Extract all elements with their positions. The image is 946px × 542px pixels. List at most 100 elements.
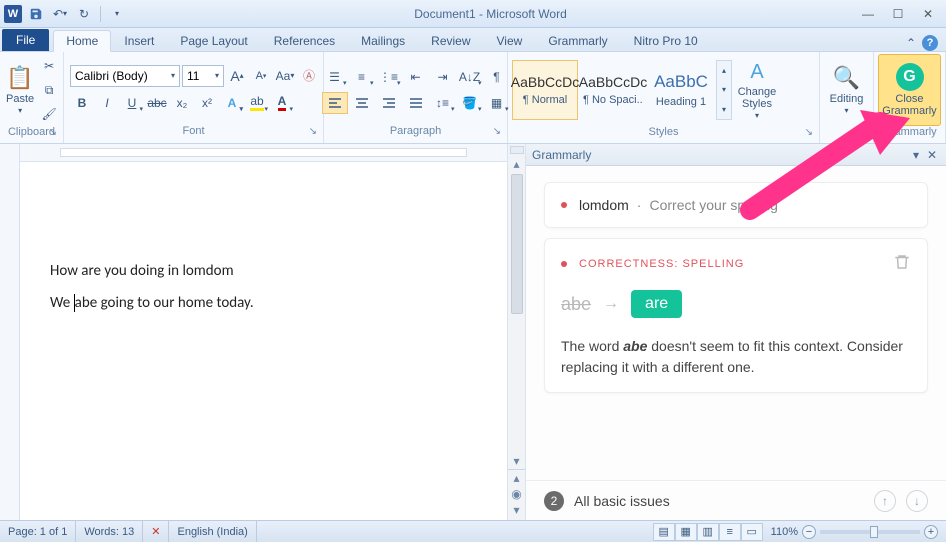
copy-icon[interactable]: ⧉	[38, 79, 60, 101]
zoom-out-icon[interactable]: −	[802, 525, 816, 539]
suggestion-card-expanded[interactable]: CORRECTNESS: SPELLING abe → are The word…	[544, 238, 928, 393]
status-page[interactable]: Page: 1 of 1	[0, 521, 76, 542]
tab-grammarly[interactable]: Grammarly	[535, 29, 620, 51]
show-marks-icon[interactable]: ¶	[484, 66, 510, 88]
pane-menu-icon[interactable]: ▾	[908, 147, 924, 163]
multilevel-list-icon[interactable]: ⋮≡	[376, 66, 402, 88]
align-center-icon[interactable]	[349, 92, 375, 114]
scroll-down-icon[interactable]: ▾	[513, 453, 519, 469]
vertical-scrollbar[interactable]: ▴ ▾ ▴ ◉ ▾	[507, 144, 525, 520]
file-tab[interactable]: File	[2, 29, 49, 51]
italic-button[interactable]: I	[95, 91, 119, 115]
clear-formatting-icon[interactable]: Ⓐ	[298, 65, 320, 87]
horizontal-ruler[interactable]	[20, 144, 507, 162]
styles-gallery-more[interactable]: ▴▾▾	[716, 60, 732, 120]
doc-line-1[interactable]: How are you doing in lomdom	[50, 262, 477, 280]
prev-issue-icon[interactable]: ↑	[874, 490, 896, 512]
print-layout-view-icon[interactable]: ▤	[653, 523, 675, 541]
scroll-up-icon[interactable]: ▴	[513, 156, 519, 172]
issue-count-badge[interactable]: 2	[544, 491, 564, 511]
style-normal[interactable]: AaBbCcDc ¶ Normal	[512, 60, 578, 120]
font-color-icon[interactable]: A	[270, 91, 294, 115]
dismiss-suggestion-icon[interactable]	[893, 253, 911, 274]
document-canvas[interactable]: How are you doing in lomdom We abe going…	[20, 162, 507, 520]
clipboard-launcher-icon[interactable]: ↘	[49, 127, 57, 138]
tab-review[interactable]: Review	[418, 29, 483, 51]
tab-nitro[interactable]: Nitro Pro 10	[621, 29, 711, 51]
font-launcher-icon[interactable]: ↘	[309, 126, 317, 137]
text-effects-icon[interactable]: A	[220, 91, 244, 115]
tab-references[interactable]: References	[261, 29, 348, 51]
format-painter-icon[interactable]: 🖌	[38, 103, 60, 125]
bullets-icon[interactable]: ☰	[322, 66, 348, 88]
change-case-icon[interactable]: Aa▾	[274, 65, 296, 87]
word-app-icon[interactable]: W	[4, 5, 22, 23]
sort-icon[interactable]: A↓Z	[457, 66, 483, 88]
ribbon-collapse-icon[interactable]: ⌃	[906, 36, 916, 50]
undo-icon[interactable]: ↶▾	[50, 4, 70, 24]
styles-launcher-icon[interactable]: ↘	[805, 127, 813, 138]
status-words[interactable]: Words: 13	[76, 521, 143, 542]
increase-indent-icon[interactable]: ⇥	[430, 66, 456, 88]
draft-view-icon[interactable]: ▭	[741, 523, 763, 541]
suggestion-card-collapsed[interactable]: lomdom · Correct your spelling	[544, 182, 928, 228]
line-spacing-icon[interactable]: ↕≡	[430, 92, 456, 114]
footer-text[interactable]: All basic issues	[574, 493, 864, 509]
doc-line-2[interactable]: We abe going to our home today.	[50, 294, 477, 312]
style-heading-1[interactable]: AaBbC Heading 1	[648, 60, 714, 120]
align-right-icon[interactable]	[376, 92, 402, 114]
font-size-combo[interactable]: 11▾	[182, 65, 224, 87]
tab-page-layout[interactable]: Page Layout	[167, 29, 260, 51]
tab-mailings[interactable]: Mailings	[348, 29, 418, 51]
editing-button[interactable]: 🔍 Editing ▾	[824, 54, 869, 126]
decrease-indent-icon[interactable]: ⇤	[403, 66, 429, 88]
split-handle[interactable]	[510, 146, 524, 154]
highlight-color-icon[interactable]: ab	[245, 91, 269, 115]
shrink-font-icon[interactable]: A▾	[250, 65, 272, 87]
zoom-slider[interactable]	[820, 530, 920, 534]
zoom-in-icon[interactable]: +	[924, 525, 938, 539]
paragraph-launcher-icon[interactable]: ↘	[493, 126, 501, 137]
full-screen-view-icon[interactable]: ▦	[675, 523, 697, 541]
close-window-button[interactable]: ✕	[914, 4, 942, 24]
grow-font-icon[interactable]: A▴	[226, 65, 248, 87]
paste-button[interactable]: 📋 Paste ▾	[4, 54, 36, 126]
strikethrough-button[interactable]: abc	[145, 91, 169, 115]
minimize-button[interactable]: —	[854, 4, 882, 24]
vertical-ruler[interactable]	[0, 144, 20, 520]
apply-suggestion-button[interactable]: are	[631, 290, 682, 318]
close-grammarly-button[interactable]: G CloseGrammarly	[878, 54, 941, 126]
zoom-percent[interactable]: 110%	[771, 526, 798, 538]
change-styles-button[interactable]: A Change Styles ▾	[734, 54, 780, 126]
browse-object-icon[interactable]: ◉	[511, 486, 521, 502]
cut-icon[interactable]: ✂	[38, 55, 60, 77]
prev-page-icon[interactable]: ▴	[513, 470, 519, 486]
help-icon[interactable]: ?	[922, 35, 938, 51]
web-layout-view-icon[interactable]: ▥	[697, 523, 719, 541]
justify-icon[interactable]	[403, 92, 429, 114]
align-left-icon[interactable]	[322, 92, 348, 114]
status-language[interactable]: English (India)	[169, 521, 256, 542]
save-icon[interactable]	[26, 4, 46, 24]
next-page-icon[interactable]: ▾	[513, 502, 519, 518]
shading-icon[interactable]: 🪣	[457, 92, 483, 114]
pane-close-icon[interactable]: ✕	[924, 147, 940, 163]
maximize-button[interactable]: ☐	[884, 4, 912, 24]
underline-button[interactable]: U	[120, 91, 144, 115]
tab-home[interactable]: Home	[53, 30, 111, 52]
style-no-spacing[interactable]: AaBbCcDc ¶ No Spaci...	[580, 60, 646, 120]
status-proofing[interactable]: ✕	[143, 521, 169, 542]
numbering-icon[interactable]: ≡	[349, 66, 375, 88]
outline-view-icon[interactable]: ≡	[719, 523, 741, 541]
font-name-combo[interactable]: Calibri (Body)▾	[70, 65, 180, 87]
scrollbar-thumb[interactable]	[511, 174, 523, 314]
superscript-button[interactable]: x²	[195, 91, 219, 115]
borders-icon[interactable]: ▦	[484, 92, 510, 114]
next-issue-icon[interactable]: ↓	[906, 490, 928, 512]
redo-icon[interactable]: ↻	[74, 4, 94, 24]
qat-customize-icon[interactable]: ▾	[107, 4, 127, 24]
bold-button[interactable]: B	[70, 91, 94, 115]
subscript-button[interactable]: x₂	[170, 91, 194, 115]
tab-view[interactable]: View	[484, 29, 536, 51]
tab-insert[interactable]: Insert	[111, 29, 167, 51]
